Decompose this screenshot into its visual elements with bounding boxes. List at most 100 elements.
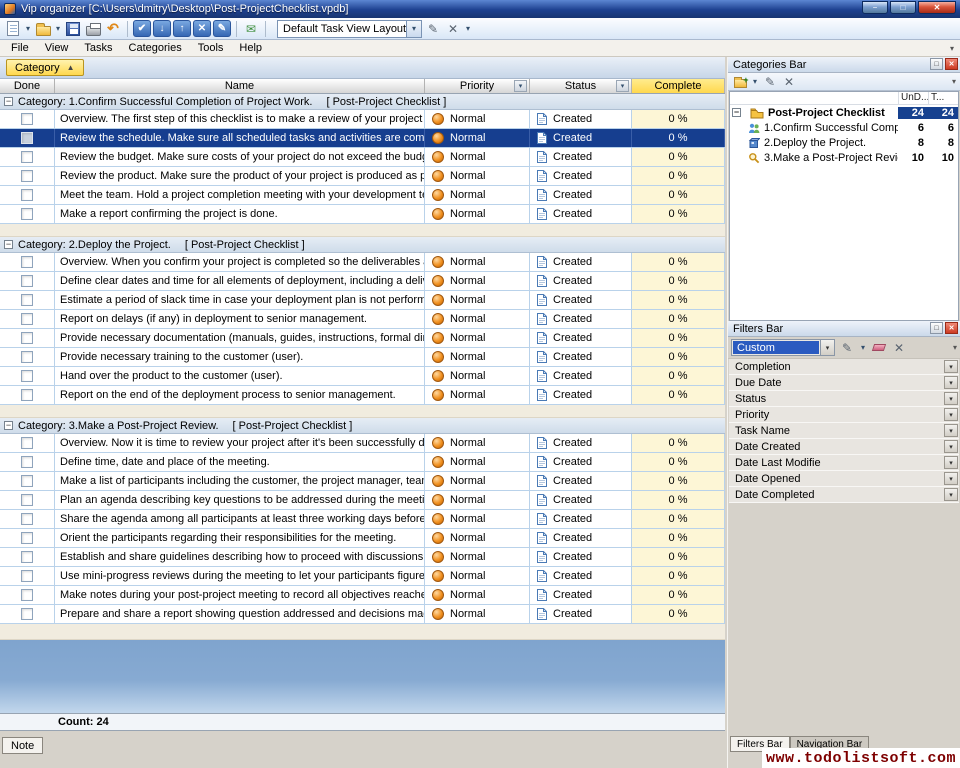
done-checkbox[interactable]: [21, 513, 33, 525]
categories-toolbar-overflow-chevron[interactable]: ▾: [952, 77, 956, 86]
filters-toolbar-overflow-chevron[interactable]: ▾: [953, 343, 957, 352]
task-row[interactable]: Make a report confirming the project is …: [0, 205, 725, 224]
task-row[interactable]: Report on delays (if any) in deployment …: [0, 310, 725, 329]
group-header[interactable]: −Category: 3.Make a Post-Project Review.…: [0, 418, 725, 434]
done-checkbox[interactable]: [21, 208, 33, 220]
collapse-expander-icon[interactable]: −: [4, 240, 13, 249]
new-task-dropdown-icon[interactable]: ▾: [24, 24, 32, 33]
task-row[interactable]: Review the product. Make sure the produc…: [0, 167, 725, 186]
task-row[interactable]: Make notes during your post-project meet…: [0, 586, 725, 605]
note-tab[interactable]: Note: [2, 737, 43, 754]
done-checkbox[interactable]: [21, 570, 33, 582]
task-row[interactable]: Review the budget. Make sure costs of yo…: [0, 148, 725, 167]
open-file-dropdown-icon[interactable]: ▾: [54, 24, 62, 33]
print-button[interactable]: [84, 20, 102, 38]
task-view-layout-combo[interactable]: Default Task View Layout ▾: [277, 20, 422, 38]
filter-row[interactable]: Priority▾: [729, 407, 959, 423]
menu-file[interactable]: File: [3, 40, 37, 56]
filter-preset-combo[interactable]: Custom ▾: [731, 339, 835, 356]
task-row[interactable]: Estimate a period of slack time in case …: [0, 291, 725, 310]
column-header-status[interactable]: Status ▾: [530, 79, 632, 93]
edit-filter-button[interactable]: ✎: [839, 340, 855, 355]
filter-dropdown-button[interactable]: ▾: [944, 408, 958, 421]
done-checkbox[interactable]: [21, 370, 33, 382]
new-task-button[interactable]: [4, 20, 22, 38]
done-checkbox[interactable]: [21, 437, 33, 449]
column-header-priority[interactable]: Priority ▾: [425, 79, 530, 93]
filter-preset-dropdown[interactable]: ▾: [820, 340, 834, 355]
done-checkbox[interactable]: [21, 189, 33, 201]
done-checkbox[interactable]: [21, 532, 33, 544]
task-row[interactable]: Use mini-progress reviews during the mee…: [0, 567, 725, 586]
save-button[interactable]: [64, 20, 82, 38]
done-checkbox[interactable]: [21, 351, 33, 363]
categories-pin-button[interactable]: □: [930, 58, 943, 70]
undo-button[interactable]: ↶: [104, 20, 122, 38]
task-row[interactable]: Meet the team. Hold a project completion…: [0, 186, 725, 205]
delete-filter-button[interactable]: ✕: [891, 340, 907, 355]
filter-row[interactable]: Date Completed▾: [729, 487, 959, 503]
filter-dropdown-button[interactable]: ▾: [944, 424, 958, 437]
filter-dropdown-button[interactable]: ▾: [944, 488, 958, 501]
minimize-button[interactable]: −: [862, 1, 888, 14]
category-tree-item[interactable]: 3.Make a Post-Project Review.1010: [730, 150, 958, 165]
group-header[interactable]: −Category: 1.Confirm Successful Completi…: [0, 94, 725, 110]
done-checkbox[interactable]: [21, 332, 33, 344]
category-tree-item[interactable]: 1.Confirm Successful Completio66: [730, 120, 958, 135]
group-header[interactable]: −Category: 2.Deploy the Project.[ Post-P…: [0, 237, 725, 253]
filter-row[interactable]: Date Created▾: [729, 439, 959, 455]
layout-combo-dropdown[interactable]: ▾: [406, 21, 421, 37]
edit-category-button[interactable]: ✎: [762, 74, 778, 89]
collapse-expander-icon[interactable]: −: [732, 108, 741, 117]
group-by-category-chip[interactable]: Category ▲: [6, 59, 84, 76]
filter-row[interactable]: Due Date▾: [729, 375, 959, 391]
done-checkbox[interactable]: [21, 294, 33, 306]
task-row[interactable]: Plan an agenda describing key questions …: [0, 491, 725, 510]
filter-menu-dropdown-icon[interactable]: ▾: [859, 343, 867, 352]
column-header-complete[interactable]: Complete: [632, 79, 725, 93]
task-row[interactable]: Share the agenda among all participants …: [0, 510, 725, 529]
menu-categories[interactable]: Categories: [121, 40, 190, 56]
done-checkbox[interactable]: [21, 256, 33, 268]
delete-layout-button[interactable]: ✕: [444, 20, 462, 38]
menubar-overflow-chevron[interactable]: ▾: [950, 44, 954, 53]
filter-row[interactable]: Date Last Modifie▾: [729, 455, 959, 471]
done-checkbox[interactable]: [21, 589, 33, 601]
toolbar-overflow-chevron[interactable]: ▾: [464, 24, 472, 33]
filter-dropdown-button[interactable]: ▾: [944, 376, 958, 389]
move-task-down-button[interactable]: ↓: [153, 20, 171, 37]
filters-pin-button[interactable]: □: [930, 322, 943, 334]
task-row[interactable]: Overview. The first step of this checkli…: [0, 110, 725, 129]
close-button[interactable]: ✕: [918, 1, 956, 14]
new-category-button[interactable]: +: [732, 74, 748, 89]
done-checkbox[interactable]: [21, 389, 33, 401]
task-row[interactable]: Report on the end of the deployment proc…: [0, 386, 725, 405]
task-row[interactable]: Overview. Now it is time to review your …: [0, 434, 725, 453]
filter-row[interactable]: Date Opened▾: [729, 471, 959, 487]
filter-row[interactable]: Status▾: [729, 391, 959, 407]
task-row[interactable]: Make a list of participants including th…: [0, 472, 725, 491]
task-row[interactable]: Prepare and share a report showing quest…: [0, 605, 725, 624]
edit-layout-button[interactable]: ✎: [424, 20, 442, 38]
new-category-dropdown-icon[interactable]: ▾: [751, 77, 759, 86]
done-checkbox[interactable]: [21, 456, 33, 468]
task-row[interactable]: Review the schedule. Make sure all sched…: [0, 129, 725, 148]
column-header-done[interactable]: Done: [0, 79, 55, 93]
menu-tools[interactable]: Tools: [190, 40, 232, 56]
done-checkbox[interactable]: [21, 608, 33, 620]
filter-dropdown-button[interactable]: ▾: [944, 440, 958, 453]
done-checkbox[interactable]: [21, 313, 33, 325]
task-row[interactable]: Establish and share guidelines describin…: [0, 548, 725, 567]
open-file-button[interactable]: [34, 20, 52, 38]
task-row[interactable]: Provide necessary documentation (manuals…: [0, 329, 725, 348]
collapse-expander-icon[interactable]: −: [4, 97, 13, 106]
collapse-expander-icon[interactable]: −: [4, 421, 13, 430]
done-checkbox[interactable]: [21, 494, 33, 506]
task-row[interactable]: Define clear dates and time for all elem…: [0, 272, 725, 291]
task-row[interactable]: Overview. When you confirm your project …: [0, 253, 725, 272]
task-row[interactable]: Provide necessary training to the custom…: [0, 348, 725, 367]
delete-task-button[interactable]: ✕: [193, 20, 211, 37]
delete-category-button[interactable]: ✕: [781, 74, 797, 89]
filter-dropdown-button[interactable]: ▾: [944, 392, 958, 405]
menu-view[interactable]: View: [37, 40, 77, 56]
